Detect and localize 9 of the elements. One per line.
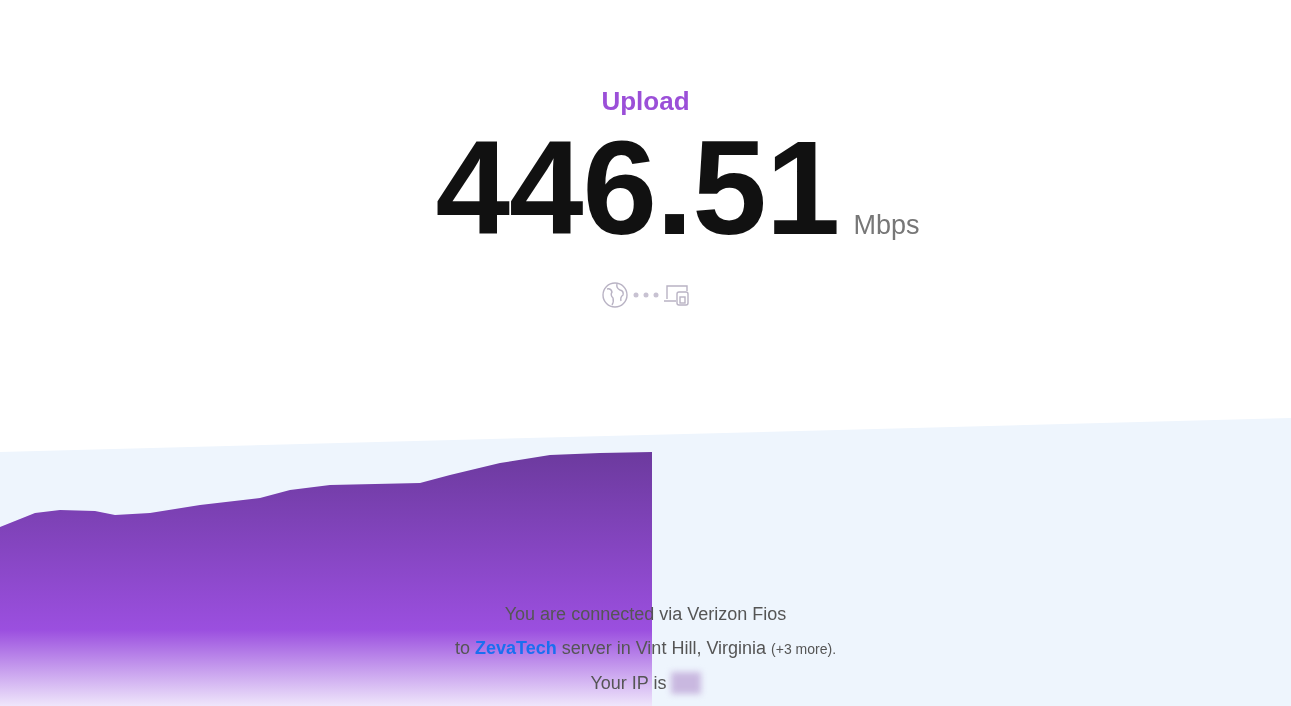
speed-unit: Mbps <box>853 210 920 241</box>
dots-icon <box>632 292 659 298</box>
ip-label: Your IP is <box>590 672 667 695</box>
provider-link[interactable]: ZevaTech <box>474 638 557 658</box>
devices-icon <box>662 283 691 307</box>
redacted-ip <box>670 672 701 694</box>
speed-value: 446.51 <box>435 121 840 255</box>
globe-icon <box>600 281 629 309</box>
test-label: Upload <box>601 86 690 117</box>
